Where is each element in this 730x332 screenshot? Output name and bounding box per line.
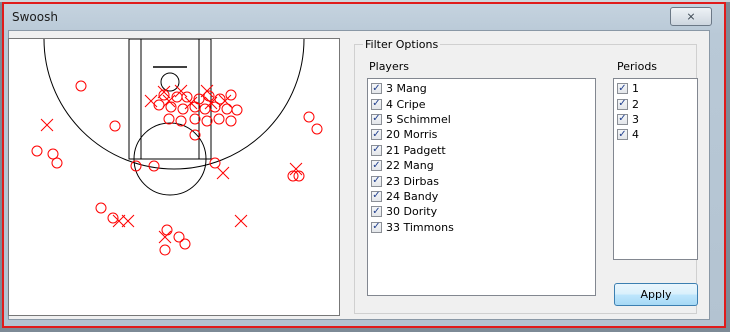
made-shot-marker — [47, 148, 59, 160]
filter-options-label: Filter Options — [363, 38, 441, 51]
made-shot-marker — [173, 231, 185, 243]
checkbox-checked-icon[interactable]: ✓ — [617, 98, 628, 110]
checkbox-checked-icon[interactable]: ✓ — [371, 98, 382, 110]
made-shot-marker — [161, 224, 173, 236]
period-label: 2 — [632, 97, 639, 111]
hoop — [160, 72, 180, 92]
checkbox-checked-icon[interactable]: ✓ — [371, 190, 382, 202]
missed-shot-marker — [40, 118, 54, 132]
apply-button[interactable]: Apply — [614, 283, 698, 306]
periods-listbox[interactable]: ✓ 1 ✓ 2 ✓ 3 ✓ 4 — [613, 78, 698, 260]
missed-shot-marker — [184, 96, 198, 110]
shot-chart-court — [8, 38, 340, 316]
checkbox-checked-icon[interactable]: ✓ — [617, 83, 628, 95]
checkbox-checked-icon[interactable]: ✓ — [371, 221, 382, 233]
checkbox-checked-icon[interactable]: ✓ — [371, 175, 382, 187]
player-label: 33 Timmons — [386, 220, 454, 234]
made-shot-marker — [31, 145, 43, 157]
player-item[interactable]: ✓ 3 Mang — [368, 81, 595, 96]
checkbox-checked-icon[interactable]: ✓ — [371, 144, 382, 156]
missed-shot-marker — [289, 162, 303, 176]
checkbox-checked-icon[interactable]: ✓ — [371, 113, 382, 125]
window-title: Swoosh — [12, 10, 58, 24]
made-shot-marker — [163, 113, 175, 125]
made-shot-marker — [75, 80, 87, 92]
period-item[interactable]: ✓ 3 — [614, 112, 697, 127]
checkbox-checked-icon[interactable]: ✓ — [371, 160, 382, 172]
made-shot-marker — [231, 104, 243, 116]
shot-markers — [31, 80, 323, 256]
made-shot-marker — [179, 238, 191, 250]
close-button[interactable]: ⨯ — [670, 7, 712, 26]
player-item[interactable]: ✓ 22 Mang — [368, 158, 595, 173]
player-item[interactable]: ✓ 20 Morris — [368, 127, 595, 142]
made-shot-marker — [95, 202, 107, 214]
player-label: 4 Cripe — [386, 97, 426, 111]
player-label: 3 Mang — [386, 82, 427, 96]
player-item[interactable]: ✓ 5 Schimmel — [368, 112, 595, 127]
three-point-arc — [43, 39, 305, 170]
player-label: 30 Dority — [386, 205, 438, 219]
player-item[interactable]: ✓ 23 Dirbas — [368, 173, 595, 188]
player-label: 20 Morris — [386, 128, 438, 142]
periods-label: Periods — [617, 60, 658, 73]
missed-shot-marker — [174, 84, 188, 98]
missed-shot-marker — [158, 230, 172, 244]
period-label: 4 — [632, 128, 639, 142]
made-shot-marker — [225, 115, 237, 127]
player-label: 22 Mang — [386, 159, 434, 173]
players-label: Players — [369, 60, 409, 73]
checkbox-checked-icon[interactable]: ✓ — [371, 83, 382, 95]
checkbox-checked-icon[interactable]: ✓ — [617, 129, 628, 141]
missed-shot-marker — [121, 214, 135, 228]
checkbox-checked-icon[interactable]: ✓ — [371, 206, 382, 218]
made-shot-marker — [159, 244, 171, 256]
checkbox-checked-icon[interactable]: ✓ — [371, 129, 382, 141]
period-item[interactable]: ✓ 4 — [614, 127, 697, 142]
made-shot-marker — [177, 103, 189, 115]
player-label: 5 Schimmel — [386, 112, 451, 126]
missed-shot-marker — [144, 94, 158, 108]
missed-shot-marker — [216, 166, 230, 180]
player-item[interactable]: ✓ 33 Timmons — [368, 220, 595, 235]
period-item[interactable]: ✓ 1 — [614, 81, 697, 96]
player-item[interactable]: ✓ 30 Dority — [368, 204, 595, 219]
close-icon: ⨯ — [686, 10, 696, 23]
player-label: 23 Dirbas — [386, 174, 439, 188]
made-shot-marker — [109, 120, 121, 132]
period-label: 1 — [632, 82, 639, 96]
period-label: 3 — [632, 112, 639, 126]
player-label: 24 Bandy — [386, 189, 439, 203]
period-item[interactable]: ✓ 2 — [614, 96, 697, 111]
made-shot-marker — [148, 160, 160, 172]
player-item[interactable]: ✓ 24 Bandy — [368, 189, 595, 204]
made-shot-marker — [51, 157, 63, 169]
made-shot-marker — [303, 111, 315, 123]
checkbox-checked-icon[interactable]: ✓ — [617, 113, 628, 125]
made-shot-marker — [213, 113, 225, 125]
player-item[interactable]: ✓ 4 Cripe — [368, 96, 595, 111]
made-shot-marker — [221, 103, 233, 115]
missed-shot-marker — [234, 214, 248, 228]
player-item[interactable]: ✓ 21 Padgett — [368, 143, 595, 158]
players-listbox[interactable]: ✓ 3 Mang ✓ 4 Cripe ✓ 5 Schimmel ✓ 20 Morris ✓ 21 … — [367, 78, 596, 296]
court-diagram — [31, 39, 323, 256]
made-shot-marker — [311, 123, 323, 135]
player-label: 21 Padgett — [386, 143, 446, 157]
